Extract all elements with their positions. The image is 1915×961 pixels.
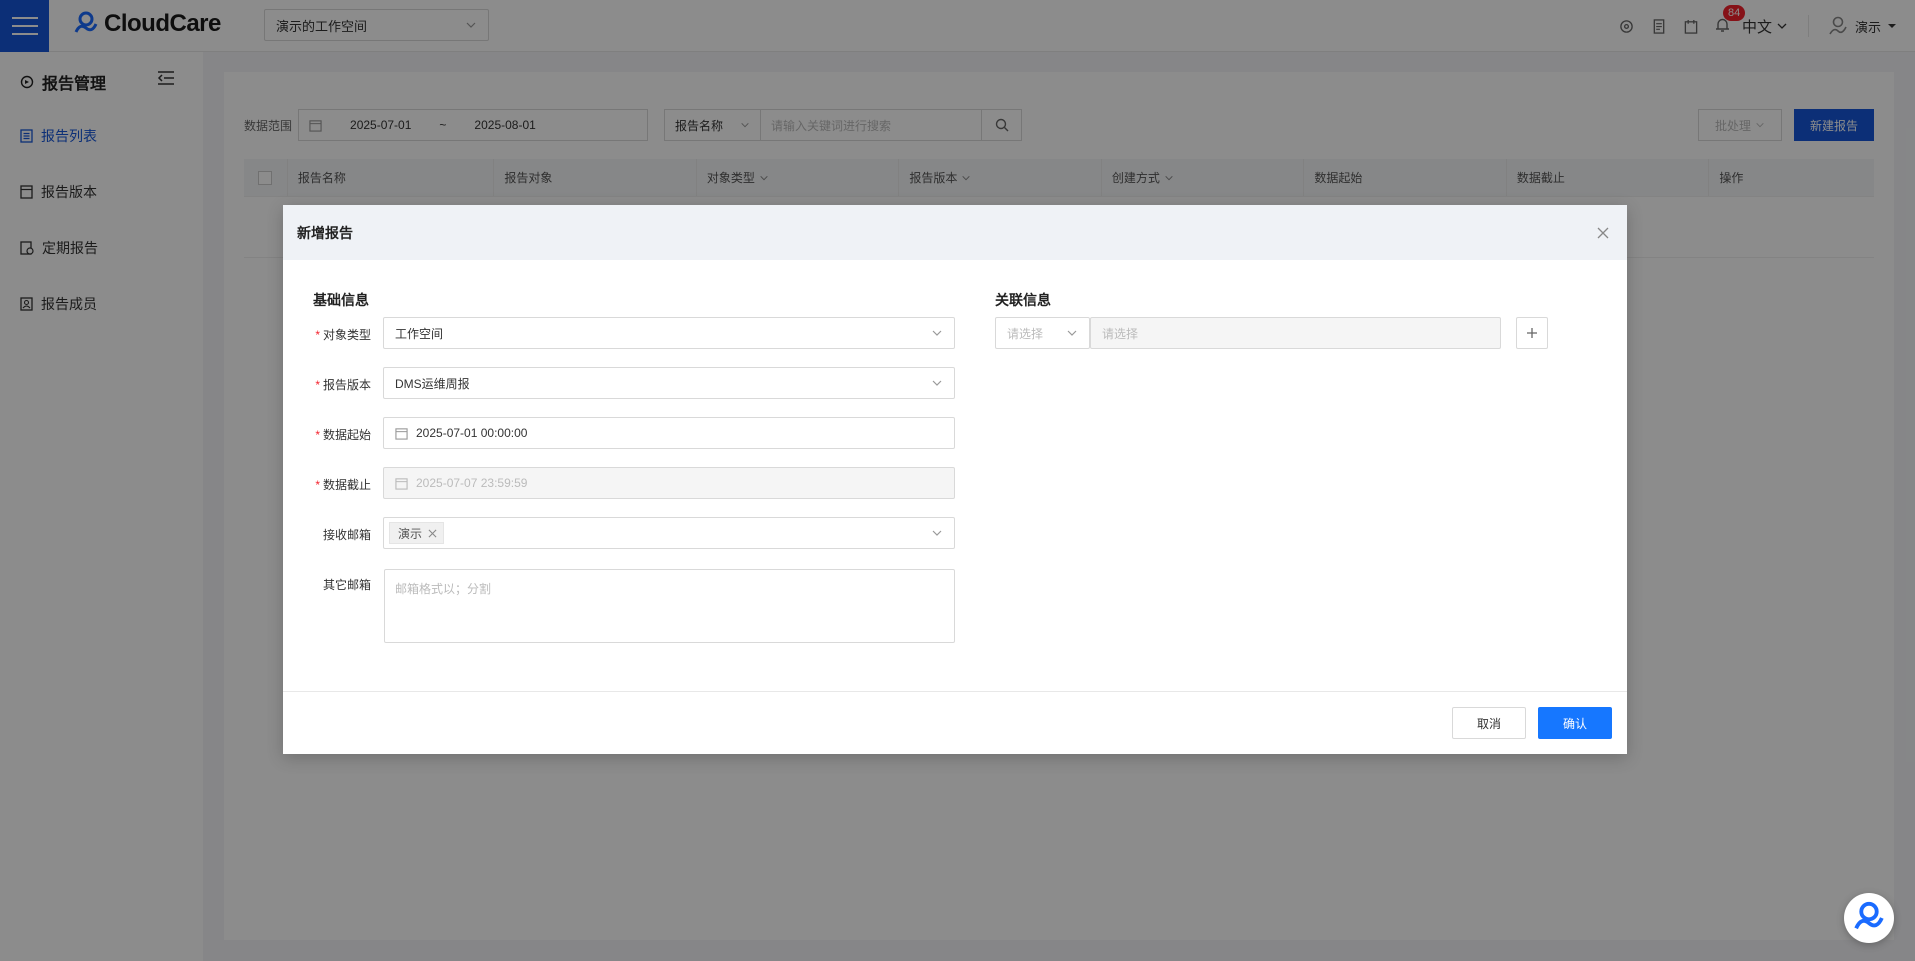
plus-icon bbox=[1527, 328, 1537, 338]
confirm-button[interactable]: 确认 bbox=[1538, 707, 1612, 739]
report-version-value: DMS运维周报 bbox=[395, 376, 470, 391]
related-value-select: 请选择 bbox=[1090, 317, 1501, 349]
close-icon[interactable] bbox=[428, 529, 437, 538]
data-start-label: * 数据起始 bbox=[315, 428, 371, 442]
receive-email-label: 接收邮箱 bbox=[322, 528, 371, 542]
new-report-dialog: 新增报告 基础信息 关联信息 * 对象类型 工作空间 * 报告版本 DMS运维周报 … bbox=[283, 205, 1627, 754]
add-related-button[interactable] bbox=[1516, 317, 1548, 349]
data-end-picker: 2025-07-07 23:59:59 bbox=[383, 467, 955, 499]
email-tag: 演示 bbox=[389, 522, 445, 544]
report-version-select[interactable]: DMS运维周报 bbox=[383, 367, 955, 399]
data-end-value: 2025-07-07 23:59:59 bbox=[416, 476, 528, 490]
related-info-title: 关联信息 bbox=[995, 292, 1051, 308]
assistant-button[interactable] bbox=[1844, 893, 1894, 943]
other-email-textarea[interactable]: 邮箱格式以；分割 bbox=[384, 569, 955, 643]
chevron-down-icon bbox=[1067, 330, 1077, 336]
version-label: * 报告版本 bbox=[315, 378, 371, 392]
email-tag-label: 演示 bbox=[398, 526, 423, 541]
data-end-label: * 数据截止 bbox=[315, 478, 371, 492]
object-type-value: 工作空间 bbox=[395, 326, 444, 341]
chevron-down-icon bbox=[932, 330, 942, 336]
close-icon[interactable] bbox=[1595, 225, 1611, 241]
other-email-label: 其它邮箱 bbox=[322, 578, 371, 592]
dialog-title: 新增报告 bbox=[297, 224, 353, 241]
assistant-logo-icon bbox=[1854, 901, 1884, 930]
related-value-placeholder: 请选择 bbox=[1102, 326, 1139, 341]
cancel-button[interactable]: 取消 bbox=[1452, 707, 1526, 739]
related-type-placeholder: 请选择 bbox=[1007, 326, 1044, 341]
calendar-icon bbox=[395, 427, 408, 440]
basic-info-title: 基础信息 bbox=[313, 292, 369, 308]
chevron-down-icon bbox=[932, 530, 942, 536]
calendar-icon bbox=[395, 477, 408, 490]
object-type-label: * 对象类型 bbox=[315, 328, 371, 342]
data-start-value: 2025-07-01 00:00:00 bbox=[416, 426, 528, 440]
data-start-picker[interactable]: 2025-07-01 00:00:00 bbox=[383, 417, 955, 449]
chevron-down-icon bbox=[932, 380, 942, 386]
receive-email-select[interactable]: 演示 bbox=[383, 517, 955, 549]
dialog-footer: 取消 确认 bbox=[283, 691, 1627, 754]
dialog-header: 新增报告 bbox=[283, 205, 1627, 260]
related-type-select[interactable]: 请选择 bbox=[995, 317, 1090, 349]
object-type-select[interactable]: 工作空间 bbox=[383, 317, 955, 349]
